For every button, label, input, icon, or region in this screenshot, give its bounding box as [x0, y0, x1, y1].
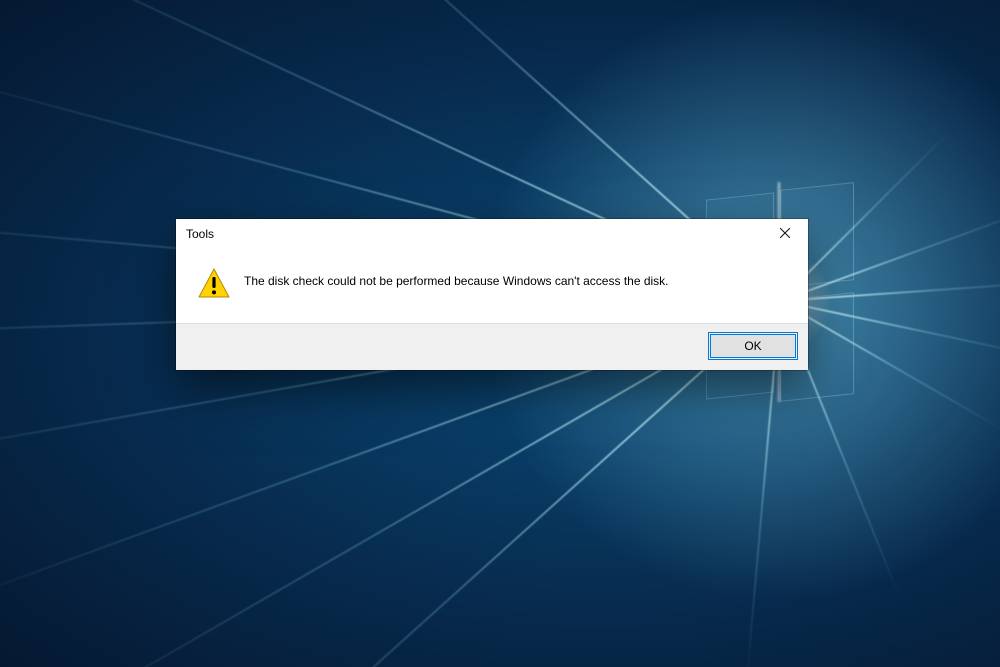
desktop-wallpaper: Tools The disk check could not be perf [0, 0, 1000, 667]
wallpaper-ray [780, 279, 1000, 302]
wallpaper-ray [780, 204, 1000, 302]
wallpaper-ray [780, 300, 1000, 360]
close-icon [780, 227, 790, 241]
dialog-body: The disk check could not be performed be… [176, 249, 808, 323]
dialog-title: Tools [186, 227, 214, 241]
close-button[interactable] [762, 219, 808, 249]
ok-button[interactable]: OK [710, 334, 796, 358]
wallpaper-ray [780, 300, 1000, 432]
message-dialog: Tools The disk check could not be perf [176, 219, 808, 370]
dialog-message: The disk check could not be performed be… [244, 267, 669, 290]
warning-icon [198, 267, 230, 299]
dialog-button-row: OK [176, 323, 808, 370]
dialog-titlebar[interactable]: Tools [176, 219, 808, 249]
